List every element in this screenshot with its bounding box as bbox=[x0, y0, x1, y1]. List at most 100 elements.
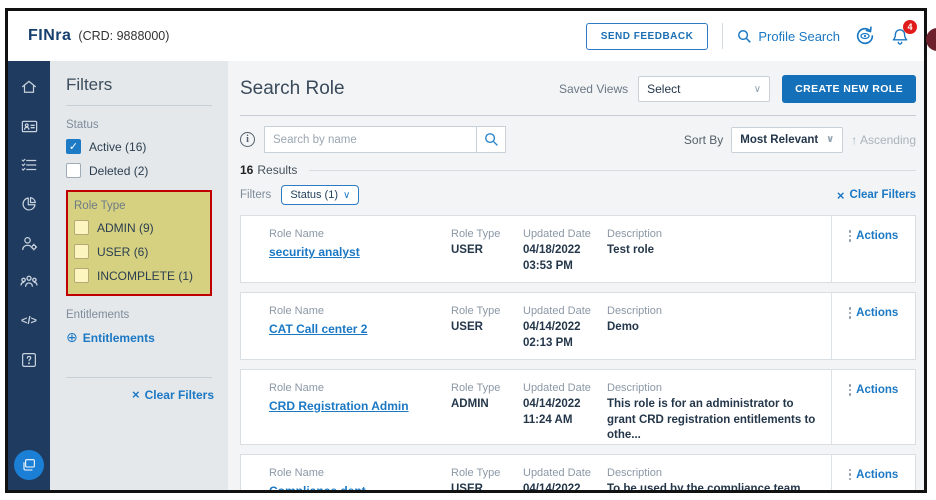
sort-by-value: Most Relevant bbox=[740, 134, 818, 146]
column-label-updated-date: Updated Date bbox=[523, 382, 607, 394]
close-icon: × bbox=[132, 387, 140, 402]
window-switcher-button[interactable] bbox=[14, 450, 44, 480]
contact-card-icon[interactable] bbox=[19, 116, 39, 136]
actions-label: Actions bbox=[856, 230, 898, 242]
chevron-down-icon: ∨ bbox=[826, 134, 834, 145]
filter-option-count: (2) bbox=[134, 164, 149, 178]
description-value: This role is for an administrator to gra… bbox=[607, 397, 821, 444]
entitlements-link-label: Entitlements bbox=[83, 331, 155, 345]
filter-option-count: (1) bbox=[178, 269, 193, 283]
filter-role-type-option[interactable]: ADMIN (9) bbox=[74, 220, 204, 235]
sort-by-select[interactable]: Most Relevant ∨ bbox=[731, 127, 843, 153]
role-name-link[interactable]: CRD Registration Admin bbox=[269, 399, 409, 413]
history-eye-icon bbox=[854, 25, 876, 47]
recently-viewed-button[interactable] bbox=[854, 25, 876, 47]
checkbox-unchecked[interactable] bbox=[66, 163, 81, 178]
results-count: 16 bbox=[240, 163, 253, 177]
chevron-down-icon: ∨ bbox=[343, 190, 350, 201]
checkbox-checked[interactable]: ✓ bbox=[66, 139, 81, 154]
column-label-description: Description bbox=[607, 305, 821, 317]
results-word: Results bbox=[257, 163, 297, 177]
column-label-role-name: Role Name bbox=[269, 467, 451, 479]
main-content: Search Role Saved Views Select ∨ CREATE … bbox=[228, 61, 924, 490]
left-nav-rail: </> bbox=[8, 61, 50, 490]
ascending-label: Ascending bbox=[860, 133, 916, 147]
saved-views-select[interactable]: Select ∨ bbox=[638, 76, 770, 102]
clear-filters-label: Clear Filters bbox=[145, 388, 214, 402]
filter-option-label: USER bbox=[97, 245, 130, 259]
role-type-value: USER bbox=[451, 243, 523, 259]
applied-filters-label: Filters bbox=[240, 189, 271, 201]
header-divider bbox=[722, 23, 723, 49]
filter-option-count: (16) bbox=[125, 140, 146, 154]
checkbox-unchecked[interactable] bbox=[74, 244, 89, 259]
role-card: Role Name Compliance dept Role Type USER… bbox=[240, 454, 916, 490]
description-value: To be used by the compliance team bbox=[607, 482, 821, 490]
filter-role-type-option[interactable]: USER (6) bbox=[74, 244, 204, 259]
results-row: 16 Results bbox=[240, 163, 916, 177]
people-group-icon[interactable] bbox=[19, 272, 39, 292]
checkbox-unchecked[interactable] bbox=[74, 220, 89, 235]
actions-button[interactable]: Actions bbox=[849, 230, 899, 242]
column-label-description: Description bbox=[607, 467, 821, 479]
role-type-filter-label: Role Type bbox=[74, 200, 204, 212]
updated-time-value: 11:24 AM bbox=[523, 413, 607, 429]
column-label-updated-date: Updated Date bbox=[523, 467, 607, 479]
updated-date-value: 04/18/2022 bbox=[523, 243, 607, 259]
header-actions: SEND FEEDBACK Profile Search bbox=[586, 23, 910, 50]
page-title: Search Role bbox=[240, 78, 345, 100]
filter-role-type-option[interactable]: INCOMPLETE (1) bbox=[74, 268, 204, 283]
notifications-button[interactable]: 4 bbox=[890, 26, 910, 47]
window-switcher-icon bbox=[21, 457, 37, 473]
entitlements-section-label: Entitlements bbox=[66, 309, 214, 321]
actions-button[interactable]: Actions bbox=[849, 307, 899, 319]
kebab-menu-icon bbox=[849, 307, 852, 319]
column-label-role-name: Role Name bbox=[269, 382, 451, 394]
sidebar-clear-filters-link[interactable]: × Clear Filters bbox=[132, 387, 214, 402]
actions-button[interactable]: Actions bbox=[849, 384, 899, 396]
role-name-link[interactable]: security analyst bbox=[269, 245, 360, 259]
info-icon[interactable]: i bbox=[240, 132, 255, 147]
column-label-role-type: Role Type bbox=[451, 305, 523, 317]
status-filter-chip[interactable]: Status (1) ∨ bbox=[281, 185, 359, 205]
filter-status-deleted[interactable]: Deleted (2) bbox=[66, 163, 214, 178]
column-label-updated-date: Updated Date bbox=[523, 305, 607, 317]
role-name-link[interactable]: Compliance dept bbox=[269, 484, 366, 490]
actions-button[interactable]: Actions bbox=[849, 469, 899, 481]
code-icon[interactable]: </> bbox=[19, 311, 39, 331]
search-icon bbox=[484, 132, 499, 147]
results-divider-line bbox=[309, 170, 916, 171]
main-clear-filters-link[interactable]: × Clear Filters bbox=[837, 188, 916, 203]
crd-number: (CRD: 9888000) bbox=[78, 29, 169, 43]
title-divider bbox=[240, 115, 916, 116]
role-type-value: USER bbox=[451, 482, 523, 490]
help-icon[interactable] bbox=[19, 350, 39, 370]
search-input[interactable] bbox=[264, 126, 476, 153]
filter-option-count: (9) bbox=[139, 221, 154, 235]
kebab-menu-icon bbox=[849, 230, 852, 242]
role-name-link[interactable]: CAT Call center 2 bbox=[269, 322, 367, 336]
filter-status-active[interactable]: ✓ Active (16) bbox=[66, 139, 214, 154]
send-feedback-button[interactable]: SEND FEEDBACK bbox=[586, 23, 709, 50]
profile-search-button[interactable]: Profile Search bbox=[737, 29, 840, 44]
avatar[interactable] bbox=[926, 28, 936, 51]
home-icon[interactable] bbox=[19, 77, 39, 97]
description-value: Demo bbox=[607, 320, 821, 336]
add-entitlements-link[interactable]: ⊕ Entitlements bbox=[66, 329, 155, 346]
actions-label: Actions bbox=[856, 469, 898, 481]
filters-panel: Filters Status ✓ Active (16) Deleted (2)… bbox=[50, 61, 228, 490]
updated-time-value: 02:13 PM bbox=[523, 336, 607, 352]
title-row: Search Role Saved Views Select ∨ CREATE … bbox=[240, 75, 916, 103]
finra-logo: FINra bbox=[28, 27, 71, 45]
create-new-role-button[interactable]: CREATE NEW ROLE bbox=[782, 75, 916, 103]
updated-time-value: 03:53 PM bbox=[523, 259, 607, 275]
checkbox-unchecked[interactable] bbox=[74, 268, 89, 283]
filters-title: Filters bbox=[66, 75, 214, 95]
pie-chart-icon[interactable] bbox=[19, 194, 39, 214]
user-gear-icon[interactable] bbox=[19, 233, 39, 253]
saved-views-label: Saved Views bbox=[559, 82, 628, 96]
chevron-down-icon: ∨ bbox=[754, 84, 761, 95]
tasks-list-icon[interactable] bbox=[19, 155, 39, 175]
updated-date-value: 04/14/2022 bbox=[523, 482, 607, 490]
search-button[interactable] bbox=[476, 126, 506, 153]
